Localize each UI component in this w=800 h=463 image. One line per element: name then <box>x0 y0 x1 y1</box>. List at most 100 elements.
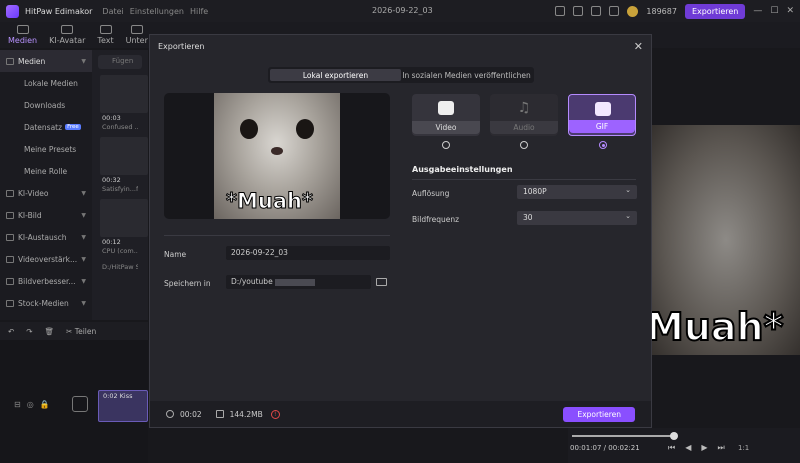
timeline-clip[interactable]: 0:02 Kiss <box>98 390 148 422</box>
subtitle-icon <box>130 25 143 34</box>
framerate-value: 30 <box>523 213 533 222</box>
name-label: Name <box>164 250 187 259</box>
tool-media[interactable]: Medien <box>8 25 37 45</box>
info-icon[interactable] <box>609 6 620 16</box>
clock-icon <box>166 410 174 418</box>
tab-social-export[interactable]: In sozialen Medien veröffentlichen <box>401 69 532 81</box>
format-audio[interactable]: ♫ Audio <box>490 94 558 136</box>
close-window-icon[interactable]: ✕ <box>786 6 794 16</box>
playback-scrubber[interactable] <box>572 435 676 437</box>
tool-label: Text <box>97 36 114 45</box>
sidebar-item-downloads[interactable]: Downloads <box>0 94 92 116</box>
scrubber-handle[interactable] <box>670 432 678 440</box>
sidebar-item-image-enhancer[interactable]: Bildverbesser... ▼ <box>0 270 92 292</box>
app-window: HitPaw Edimakor Datei Einstellungen Hilf… <box>0 0 800 463</box>
save-path-text: D:/youtube <box>231 277 273 286</box>
tool-label: Medien <box>8 36 38 45</box>
chevron-down-icon: ▼ <box>81 255 86 263</box>
maximize-icon[interactable]: ☐ <box>770 6 778 16</box>
format-label: Audio <box>490 121 558 134</box>
undo-icon[interactable]: ↶ <box>8 327 14 336</box>
radio-video[interactable] <box>442 141 450 149</box>
chevron-down-icon: ▼ <box>81 189 86 197</box>
sidebar-item-ai-swap[interactable]: KI-Austausch ▼ <box>0 226 92 248</box>
export-preview: *Muah* <box>164 93 390 219</box>
tab-local-export[interactable]: Lokal exportieren <box>270 69 401 81</box>
sidebar-item-media[interactable]: Medien ▼ <box>0 50 92 72</box>
tool-label: Unter <box>125 36 148 45</box>
resolution-select[interactable]: 1080P ⌄ <box>517 185 637 199</box>
sidebar-item-label: Datensatz <box>24 122 63 132</box>
play-controls[interactable]: ⏮◀▶⏭ <box>668 443 735 453</box>
close-icon[interactable]: ✕ <box>634 40 643 53</box>
add-track-icon[interactable] <box>72 396 88 412</box>
app-name: HitPaw Edimakor <box>25 6 93 16</box>
export-duration: 00:02 <box>180 409 202 419</box>
sidebar-item-label: KI-Video <box>18 188 49 198</box>
tool-text[interactable]: Text <box>97 25 114 45</box>
menu-settings[interactable]: Einstellungen <box>130 7 184 16</box>
split-button[interactable]: ✂ Teilen <box>66 327 96 336</box>
radio-gif[interactable] <box>599 141 607 149</box>
download-icon[interactable] <box>591 6 602 16</box>
name-input[interactable]: 2026-09-22_03 <box>226 246 390 260</box>
sidebar-item-stock-media[interactable]: Stock-Medien ▼ <box>0 292 92 314</box>
framerate-select[interactable]: 30 ⌄ <box>517 211 637 225</box>
folder-icon <box>6 57 14 65</box>
clip-label: 0:02 Kiss <box>103 392 133 400</box>
sidebar-item-ai-video[interactable]: KI-Video ▼ <box>0 182 92 204</box>
media-thumbnail[interactable] <box>100 137 148 175</box>
radio-audio[interactable] <box>520 141 528 149</box>
export-mode-tabs: Lokal exportieren In sozialen Medien ver… <box>268 67 534 83</box>
coin-count: 189687 <box>646 6 677 16</box>
redo-icon[interactable]: ↷ <box>26 327 32 336</box>
format-label: Video <box>412 121 480 134</box>
thumb-label: Satisfyin...fem <box>102 185 138 193</box>
timeline-toolbar: ↶ ↷ 🗑 ✂ Teilen <box>0 322 148 340</box>
document-title: 2026-09-22_03 <box>372 6 433 15</box>
chevron-down-icon: ▼ <box>81 299 86 307</box>
track-controls[interactable]: ⊟◎🔒 <box>14 400 56 409</box>
sidebar-item-presets[interactable]: Meine Presets <box>0 138 92 160</box>
sidebar-item-label: Downloads <box>24 100 66 110</box>
avatar[interactable] <box>627 5 639 17</box>
chevron-down-icon: ▼ <box>81 233 86 241</box>
screen-icon[interactable] <box>555 6 566 16</box>
sidebar-item-ai-image[interactable]: KI-Bild ▼ <box>0 204 92 226</box>
resolution-value: 1080P <box>523 187 547 196</box>
media-thumbnail[interactable] <box>100 75 148 113</box>
aspect-ratio[interactable]: 1:1 <box>738 444 749 452</box>
preview-image: *Muah* <box>214 93 340 219</box>
media-thumbnail[interactable] <box>100 199 148 237</box>
swap-icon <box>6 233 14 241</box>
cat-eye <box>296 119 314 139</box>
sidebar-item-role[interactable]: Meine Rolle <box>0 160 92 182</box>
tool-ai-avatar[interactable]: KI-Avatar <box>49 25 85 45</box>
stock-icon <box>6 299 14 307</box>
delete-icon[interactable]: 🗑 <box>45 327 55 336</box>
export-top-button[interactable]: Exportieren <box>684 3 746 19</box>
split-label: Teilen <box>74 326 97 336</box>
minimize-icon[interactable]: — <box>753 6 762 16</box>
format-video[interactable]: Video <box>412 94 480 136</box>
sidebar-item-label: Medien <box>18 56 46 66</box>
warning-icon[interactable]: ! <box>270 409 280 419</box>
save-location-input[interactable]: D:/youtube <box>226 275 371 289</box>
menu-file[interactable]: Datei <box>102 7 123 16</box>
export-button[interactable]: Exportieren <box>563 406 635 422</box>
chevron-down-icon: ▼ <box>81 211 86 219</box>
folder-icon[interactable] <box>376 278 387 286</box>
section-divider <box>412 179 636 180</box>
chat-icon[interactable] <box>573 6 584 16</box>
video-icon <box>6 189 14 197</box>
media-search-input[interactable]: Fügen <box>98 55 142 69</box>
tool-subtitles[interactable]: Unter <box>126 25 148 45</box>
sidebar-item-dataset[interactable]: Datensatz Free <box>0 116 92 138</box>
title-bar: HitPaw Edimakor Datei Einstellungen Hilf… <box>0 0 800 22</box>
text-icon <box>99 25 112 34</box>
music-note-icon: ♫ <box>517 100 531 116</box>
format-gif[interactable]: GIF <box>568 94 636 136</box>
menu-help[interactable]: Hilfe <box>190 7 208 16</box>
sidebar-item-local-media[interactable]: Lokale Medien <box>0 72 92 94</box>
sidebar-item-video-enhancer[interactable]: Videoverstärk... ▼ <box>0 248 92 270</box>
